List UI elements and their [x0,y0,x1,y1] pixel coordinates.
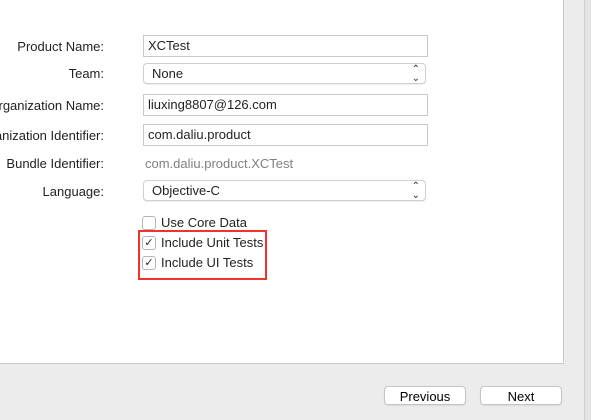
use-core-data-checkbox[interactable]: Use Core Data [142,215,247,230]
checkbox-label: Use Core Data [161,215,247,230]
bundle-identifier-label: Bundle Identifier: [6,156,104,171]
language-select[interactable]: Objective-C ⌃ ⌄ [143,180,426,201]
language-value: Objective-C [152,183,220,198]
language-label: Language: [42,184,104,199]
bundle-identifier-value: com.daliu.product.XCTest [145,156,294,171]
organization-identifier-label: Organization Identifier: [0,128,104,143]
product-name-label: Product Name: [17,39,104,54]
organization-identifier-input[interactable]: com.daliu.product [143,124,428,146]
team-value: None [152,66,184,81]
options-panel: Product Name: XCTest Team: None ⌃⌄ Organ… [0,0,564,364]
product-name-input[interactable]: XCTest [143,35,428,57]
organization-name-input[interactable]: liuxing8807@126.com [143,94,428,116]
previous-button[interactable]: Previous [384,386,466,405]
organization-name-label: Organization Name: [0,98,104,113]
checkbox-box[interactable] [142,215,156,230]
highlight-box [138,230,267,280]
side-divider [584,0,591,420]
next-button[interactable]: Next [480,386,562,405]
up-down-chevron-icon: ⌃ ⌄ [411,64,420,84]
up-down-chevron-icon: ⌃ ⌄ [411,181,420,201]
team-select[interactable]: None ⌃ ⌄ [143,63,426,84]
team-label: Team: [68,66,104,81]
